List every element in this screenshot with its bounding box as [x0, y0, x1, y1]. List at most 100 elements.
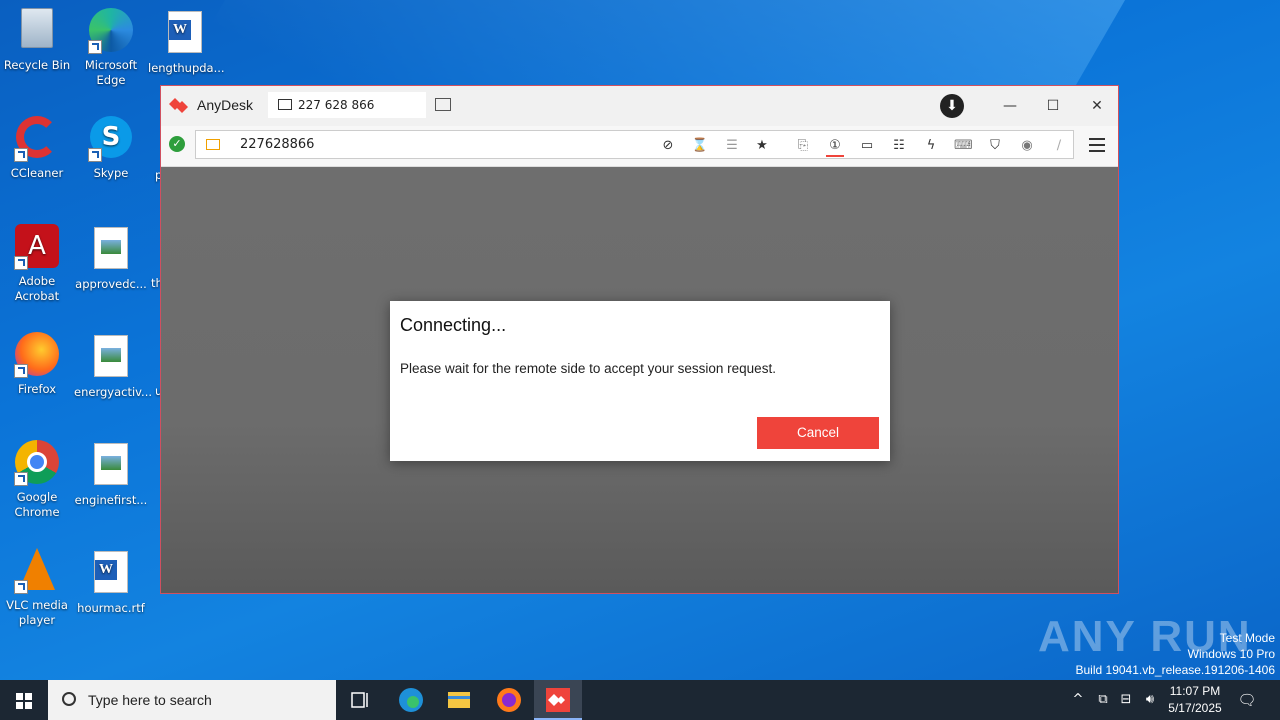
desktop-icon-label: CCleaner: [10, 166, 64, 180]
folder-icon: [448, 692, 470, 708]
desktop-icon-firefox[interactable]: Firefox: [0, 332, 74, 397]
desktop-icon-label: VLC media player: [6, 598, 68, 627]
cancel-button[interactable]: Cancel: [757, 417, 879, 449]
desktop-icon-lengthupda[interactable]: W lengthupda...: [148, 8, 225, 76]
windows-test-mode-text: Test Mode Windows 10 Pro Build 19041.vb_…: [1076, 630, 1276, 678]
monitor-icon: [278, 99, 292, 110]
minimize-button[interactable]: —: [995, 94, 1025, 118]
desktop-icon-label: approvedc...: [75, 277, 147, 291]
word-file-icon: W: [162, 11, 208, 57]
connected-check-icon: ✓: [169, 136, 185, 152]
network-icon[interactable]: ⊟: [1116, 680, 1136, 720]
desktop-icon-skype[interactable]: S Skype: [74, 116, 148, 181]
firefox-icon: [497, 688, 521, 712]
edge-icon: [88, 8, 134, 54]
chrome-icon: [14, 440, 60, 486]
file-transfer-icon[interactable]: ⎘: [794, 137, 812, 155]
desktop-icon-label: Recycle Bin: [3, 58, 71, 72]
desktop-icon-vlc[interactable]: VLC media player: [0, 548, 74, 628]
screen-privacy-icon[interactable]: ⊘: [659, 137, 677, 155]
database-icon[interactable]: ☰: [723, 137, 741, 155]
desktop-icon-ccleaner[interactable]: CCleaner: [0, 116, 74, 181]
taskbar: Type here to search ^ ⧉ ⊟ 🔊︎ 11:07 PM 5/…: [0, 680, 1280, 720]
download-icon[interactable]: ⬇: [940, 94, 964, 118]
display-one-icon[interactable]: ①: [826, 137, 844, 157]
keyboard-icon[interactable]: ⌨: [954, 137, 973, 155]
actions-lightning-icon[interactable]: ϟ: [922, 137, 940, 155]
desktop-icon-label: Microsoft Edge: [84, 58, 138, 87]
test-mode-line: Test Mode: [1219, 631, 1275, 645]
recycle-bin-icon: [14, 8, 60, 54]
image-file-icon: [88, 335, 134, 381]
hourglass-icon[interactable]: ⌛: [691, 137, 709, 155]
session-tab[interactable]: 227 628 866: [268, 92, 426, 118]
desktop-icon-enginefirst[interactable]: enginefirst...: [74, 440, 148, 508]
desktop-icon-label: hourmac.rtf: [77, 601, 145, 615]
show-hidden-icons-chevron-icon[interactable]: ^: [1068, 680, 1088, 720]
taskbar-file-explorer-button[interactable]: [435, 680, 483, 720]
start-button[interactable]: [0, 680, 48, 720]
desktop-icon-recycle-bin[interactable]: Recycle Bin: [0, 8, 74, 73]
desktop-icon-hourmac[interactable]: W hourmac.rtf: [74, 548, 148, 616]
acrobat-icon: A: [14, 224, 60, 270]
desktop-icon-label: enginefirst...: [74, 493, 148, 507]
desktop-icon-label: energyactiv...: [74, 385, 153, 399]
image-file-icon: [88, 227, 134, 273]
anydesk-icon: [546, 688, 570, 712]
image-file-icon: [88, 443, 134, 489]
vlc-cone-icon: [14, 548, 60, 594]
whiteboard-pen-icon[interactable]: ∕: [1050, 137, 1068, 155]
edition-line: Windows 10 Pro: [1187, 647, 1275, 661]
taskbar-search-box[interactable]: Type here to search: [48, 680, 336, 720]
close-button[interactable]: ✕: [1082, 94, 1112, 118]
skype-icon: S: [88, 116, 134, 162]
taskbar-clock[interactable]: 11:07 PM 5/17/2025: [1158, 683, 1232, 717]
favorite-star-icon[interactable]: ★: [753, 137, 771, 155]
task-view-button[interactable]: [336, 680, 384, 720]
address-bar-row: ✓ 227628866 ⊘ ⌛ ☰ ★ ⎘ ① ▭ ☷ ϟ ⌨ ⛉ ◉ ∕: [161, 126, 1118, 167]
anydesk-titlebar: AnyDesk 227 628 866 ⬇ — ☐ ✕: [161, 86, 1118, 126]
desktop-icon-label: Google Chrome: [14, 490, 60, 519]
desktop-icon-label: lengthupda...: [148, 61, 225, 75]
network-adapter-icon[interactable]: ⧉: [1093, 680, 1113, 720]
app-name: AnyDesk: [197, 97, 254, 113]
remote-viewport: Connecting... Please wait for the remote…: [161, 167, 1118, 593]
chat-icon[interactable]: ☷: [890, 137, 908, 155]
menu-hamburger-icon[interactable]: [1089, 138, 1105, 152]
word-file-icon: W: [88, 551, 134, 597]
ccleaner-icon: [14, 116, 60, 162]
anydesk-logo-icon: [169, 98, 188, 113]
task-view-icon: [351, 692, 368, 708]
session-tab-label: 227 628 866: [298, 98, 375, 112]
volume-icon[interactable]: 🔊︎: [1140, 680, 1160, 720]
desktop-icon-energyactiv[interactable]: energyactiv...: [74, 332, 153, 400]
address-value: 227628866: [240, 137, 315, 152]
address-input[interactable]: 227628866 ⊘ ⌛ ☰ ★ ⎘ ① ▭ ☷ ϟ ⌨ ⛉ ◉ ∕: [195, 130, 1074, 159]
desktop-icon-label: Skype: [93, 166, 129, 180]
edge-icon: [399, 688, 423, 712]
taskbar-anydesk-button[interactable]: [534, 680, 582, 720]
desktop-icon-label: Adobe Acrobat: [14, 274, 60, 303]
notification-center-icon[interactable]: 🗨︎: [1234, 680, 1260, 720]
dialog-title: Connecting...: [400, 315, 507, 335]
anydesk-window: AnyDesk 227 628 866 ⬇ — ☐ ✕ ✓ 227628866 …: [160, 85, 1119, 594]
dialog-message: Please wait for the remote side to accep…: [400, 361, 776, 376]
new-tab-icon[interactable]: [435, 98, 451, 111]
desktop-icon-microsoft-edge[interactable]: Microsoft Edge: [74, 8, 148, 88]
maximize-button[interactable]: ☐: [1038, 94, 1068, 118]
clock-date: 5/17/2025: [1168, 701, 1222, 715]
permissions-shield-icon[interactable]: ⛉: [986, 137, 1004, 155]
build-line: Build 19041.vb_release.191206-1406: [1075, 663, 1276, 677]
clock-time: 11:07 PM: [1169, 684, 1221, 698]
taskbar-firefox-button[interactable]: [485, 680, 533, 720]
record-icon[interactable]: ◉: [1018, 137, 1036, 155]
desktop-icon-google-chrome[interactable]: Google Chrome: [0, 440, 74, 520]
firefox-icon: [14, 332, 60, 378]
desktop-icon-adobe-acrobat[interactable]: A Adobe Acrobat: [0, 224, 74, 304]
search-icon: [62, 692, 76, 706]
search-placeholder: Type here to search: [88, 692, 212, 708]
desktop-icon-label: Firefox: [17, 382, 57, 396]
taskbar-edge-button[interactable]: [387, 680, 435, 720]
display-icon[interactable]: ▭: [858, 137, 876, 155]
desktop-icon-approvedc[interactable]: approvedc...: [74, 224, 148, 292]
